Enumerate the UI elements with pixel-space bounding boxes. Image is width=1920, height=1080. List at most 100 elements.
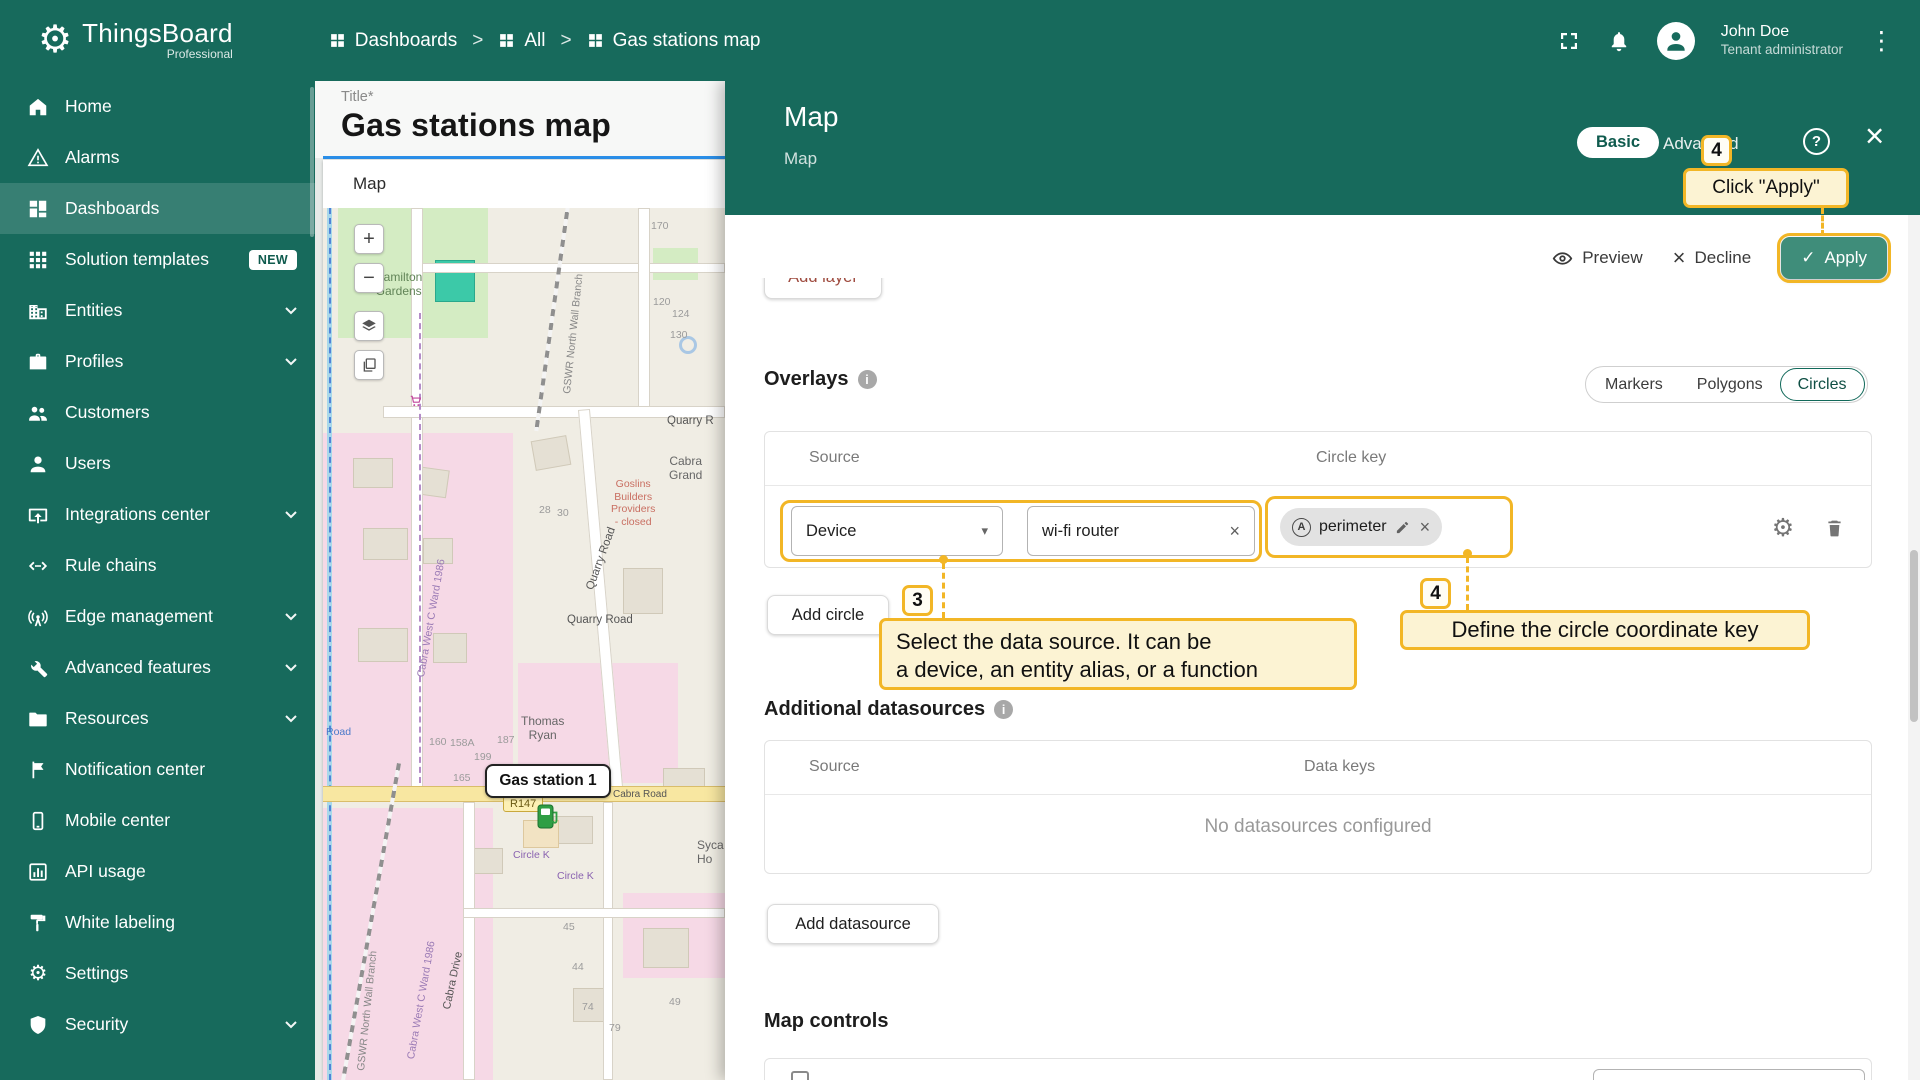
empty-datasources-text: No datasources configured	[765, 816, 1871, 838]
zoom-in-button[interactable]: +	[354, 224, 384, 254]
sidebar-item-advanced-features[interactable]: Advanced features	[0, 642, 315, 693]
add-datasource-button[interactable]: Add datasource	[767, 904, 939, 944]
sidebar-item-api-usage[interactable]: API usage	[0, 846, 315, 897]
map-house-number: 49	[669, 996, 681, 1008]
map-house-number: 79	[609, 1022, 621, 1034]
add-circle-button[interactable]: Add circle	[767, 595, 889, 635]
map-layers-button[interactable]	[354, 311, 384, 341]
sidebar-item-customers[interactable]: Customers	[0, 387, 315, 438]
annotation-connector	[1821, 208, 1824, 236]
thingsboard-app: ThingsBoard Professional Dashboards > Al…	[0, 0, 1920, 1080]
user-avatar[interactable]	[1657, 22, 1695, 60]
map-house-number: 124	[672, 308, 690, 320]
row-delete-trash-icon[interactable]	[1813, 507, 1855, 549]
column-header-circle-key: Circle key	[1316, 449, 1386, 467]
more-menu-icon[interactable]	[1869, 26, 1894, 56]
preview-button[interactable]: Preview	[1552, 248, 1642, 269]
gas-station-marker[interactable]: Gas station 1	[485, 764, 611, 798]
info-icon[interactable]	[994, 700, 1013, 719]
checkbox[interactable]	[791, 1071, 809, 1080]
circle-key-chip[interactable]: A perimeter	[1280, 508, 1442, 546]
map-road	[638, 208, 650, 413]
fullscreen-icon[interactable]	[1557, 29, 1581, 53]
annotation-step-number: 4	[1701, 135, 1732, 166]
add-layer-label: Add layer	[788, 278, 858, 287]
map[interactable]: Hamilton Gardens Quarry Road Quarry Road…	[323, 208, 725, 1080]
notifications-bell-icon[interactable]	[1607, 29, 1631, 53]
decline-button[interactable]: Decline	[1673, 247, 1752, 270]
zoom-out-label: −	[363, 267, 375, 290]
tab-basic[interactable]: Basic	[1577, 127, 1659, 158]
breadcrumb-item-dashboards[interactable]: Dashboards	[329, 30, 457, 52]
apply-button[interactable]: Apply	[1781, 237, 1887, 279]
settings-scrollbar-thumb[interactable]	[1910, 550, 1918, 722]
map-pages-button[interactable]	[354, 350, 384, 380]
source-type-value: Device	[806, 522, 856, 541]
sidebar-item-solution-templates[interactable]: Solution templates NEW	[0, 234, 315, 285]
attribute-type-icon: A	[1292, 518, 1311, 537]
sidebar-item-dashboards[interactable]: Dashboards	[0, 183, 315, 234]
breadcrumb-item-all[interactable]: All	[498, 30, 545, 52]
sidebar-item-label: Alarms	[65, 147, 297, 168]
map-boundary-line	[419, 313, 421, 783]
sidebar-scrollbar[interactable]	[310, 87, 314, 237]
sidebar-item-home[interactable]: Home	[0, 81, 315, 132]
chevron-down-icon	[285, 613, 297, 621]
toggle-circles[interactable]: Circles	[1780, 368, 1865, 401]
sidebar-item-integrations-center[interactable]: Integrations center	[0, 489, 315, 540]
sidebar-item-profiles[interactable]: Profiles	[0, 336, 315, 387]
source-type-select[interactable]: Device	[791, 506, 1003, 556]
row-settings-gear-icon[interactable]	[1762, 507, 1804, 549]
help-icon[interactable]	[1803, 128, 1830, 155]
sidebar-item-alarms[interactable]: Alarms	[0, 132, 315, 183]
map-road-label: Cabra Road	[613, 789, 667, 801]
sidebar-item-label: Dashboards	[65, 198, 297, 219]
sidebar-item-users[interactable]: Users	[0, 438, 315, 489]
sidebar: Home Alarms Dashboards Solution template…	[0, 81, 315, 1080]
map-road	[463, 908, 725, 918]
map-road-label: Quarry R	[667, 415, 714, 429]
source-entity-value: wi-fi router	[1042, 522, 1119, 541]
check-icon	[1801, 248, 1815, 268]
sidebar-item-settings[interactable]: Settings	[0, 948, 315, 999]
remove-key-icon[interactable]	[1420, 517, 1431, 538]
widget-title: Map	[353, 174, 386, 194]
user-info: John Doe Tenant administrator	[1721, 22, 1843, 59]
zoom-out-button[interactable]: −	[354, 263, 384, 293]
sidebar-item-label: Home	[65, 96, 297, 117]
zoom-in-label: +	[363, 228, 375, 251]
dashboard-title-input[interactable]: Gas stations map	[341, 107, 725, 144]
settings-subtitle: Map	[784, 149, 817, 169]
gas-station-marker-label: Gas station 1	[499, 772, 596, 790]
warning-icon	[26, 146, 50, 170]
clear-icon[interactable]	[1229, 521, 1240, 542]
chevron-down-icon	[285, 664, 297, 672]
overlay-type-toggle: Markers Polygons Circles	[1585, 366, 1868, 403]
map-widget-card[interactable]: Map	[323, 160, 725, 1080]
sidebar-item-entities[interactable]: Entities	[0, 285, 315, 336]
sidebar-item-rule-chains[interactable]: Rule chains	[0, 540, 315, 591]
sidebar-item-edge-management[interactable]: Edge management	[0, 591, 315, 642]
sidebar-item-white-labeling[interactable]: White labeling	[0, 897, 315, 948]
thingsboard-logo-icon	[38, 21, 72, 59]
settings-scrollbar-track[interactable]	[1908, 215, 1920, 1080]
brand: ThingsBoard Professional	[0, 20, 233, 60]
sidebar-item-resources[interactable]: Resources	[0, 693, 315, 744]
paint-icon	[26, 911, 50, 935]
sidebar-item-notification-center[interactable]: Notification center	[0, 744, 315, 795]
toggle-polygons[interactable]: Polygons	[1680, 366, 1780, 403]
source-entity-field[interactable]: wi-fi router	[1027, 506, 1255, 556]
edit-pencil-icon[interactable]	[1395, 520, 1410, 535]
position-select[interactable]	[1593, 1069, 1865, 1080]
antenna-icon	[26, 605, 50, 629]
breadcrumb-item-current[interactable]: Gas stations map	[587, 30, 761, 52]
sidebar-item-mobile-center[interactable]: Mobile center	[0, 795, 315, 846]
close-icon[interactable]	[1865, 119, 1884, 152]
info-icon[interactable]	[858, 370, 877, 389]
sidebar-item-label: Mobile center	[65, 810, 297, 831]
toggle-markers[interactable]: Markers	[1588, 366, 1680, 403]
gear-icon	[26, 962, 50, 986]
sidebar-item-security[interactable]: Security	[0, 999, 315, 1050]
overlays-heading: Overlays	[764, 368, 877, 391]
add-layer-button[interactable]: Add layer	[764, 278, 882, 299]
